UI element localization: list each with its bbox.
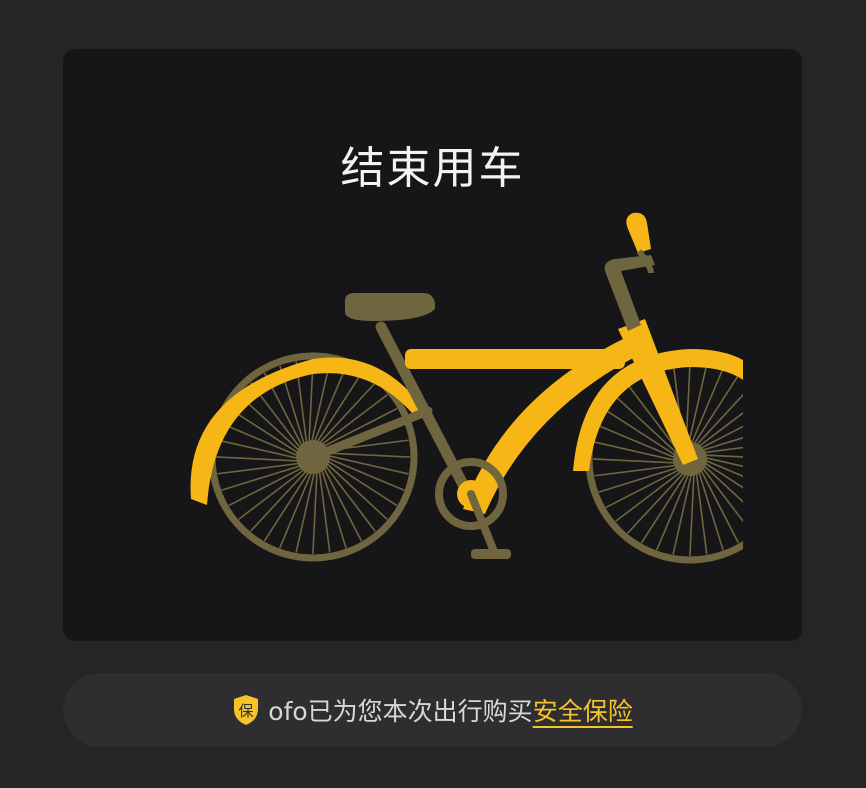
wheel-spoke (321, 464, 363, 542)
wheel-spoke (594, 441, 679, 462)
wheel-spoke (228, 465, 306, 507)
wheel-spoke (238, 466, 308, 520)
wheel-spoke (689, 470, 695, 557)
insurance-text: ofo已为您本次出行购买 (268, 697, 533, 726)
wheel-spoke (217, 439, 302, 460)
wheel-spoke (215, 456, 302, 462)
saddle (345, 293, 435, 321)
insurance-link[interactable]: 安全保险 (533, 692, 633, 728)
wheel-spoke (324, 454, 409, 475)
insurance-banner: 保 ofo已为您本次出行购买 安全保险 (63, 673, 802, 747)
wheel-spoke (310, 361, 331, 446)
wheel-spoke (605, 467, 683, 509)
shield-icon: 保 (234, 695, 259, 725)
wheel-spoke (672, 470, 693, 555)
wheel-spoke (312, 468, 318, 555)
wheel-spoke (615, 468, 685, 522)
shield-badge-text: 保 (239, 702, 254, 720)
wheel-spoke (295, 468, 316, 553)
wheel-spoke (322, 462, 376, 532)
wheel-spoke (698, 466, 740, 544)
wheel-spoke (324, 452, 411, 458)
end-ride-title: 结束用车 (340, 143, 525, 194)
wheel-spoke (687, 363, 708, 448)
wheel-spoke (592, 458, 679, 464)
bicycle-icon (190, 212, 743, 564)
end-ride-card: 结束用车 (63, 49, 802, 641)
